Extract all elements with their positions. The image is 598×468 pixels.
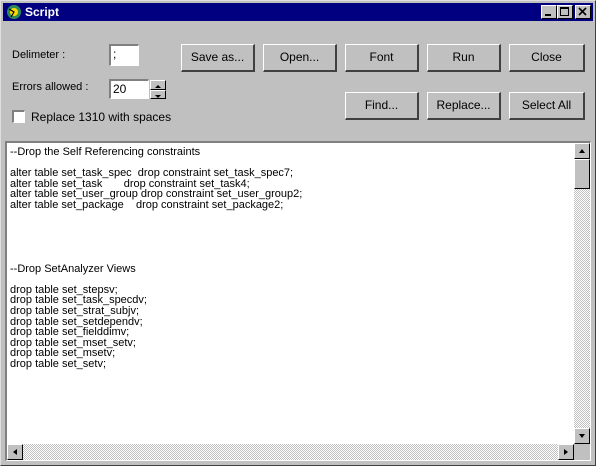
- find-button[interactable]: Find...: [345, 92, 419, 120]
- errors-spin-down[interactable]: [150, 90, 166, 99]
- replace-checkbox-label: Replace 1310 with spaces: [31, 110, 172, 124]
- scroll-down-button[interactable]: [574, 428, 590, 444]
- script-line: [10, 211, 572, 222]
- script-text[interactable]: --Drop the Self Referencing constraints a…: [10, 147, 572, 369]
- delimiter-input[interactable]: ;: [109, 44, 139, 66]
- close-window-button[interactable]: [575, 5, 591, 19]
- open-button[interactable]: Open...: [263, 44, 337, 72]
- script-app-icon: [7, 5, 21, 19]
- errors-spin-up[interactable]: [150, 80, 166, 90]
- scroll-left-button[interactable]: [7, 444, 23, 460]
- arrow-left-icon: [13, 449, 17, 455]
- script-window: Script Delimeter : ; Errors allowed : 20…: [0, 0, 596, 466]
- script-line: [10, 242, 572, 253]
- errors-allowed-input[interactable]: 20: [109, 79, 149, 99]
- script-line: --Drop the Self Referencing constraints: [10, 146, 201, 158]
- script-line: [10, 221, 572, 232]
- title-bar[interactable]: Script: [3, 3, 593, 21]
- errors-allowed-value: 20: [113, 82, 127, 96]
- save-as-button[interactable]: Save as...: [181, 44, 255, 72]
- script-line: [10, 253, 572, 264]
- horizontal-scrollbar[interactable]: [7, 444, 574, 460]
- scroll-right-button[interactable]: [558, 444, 574, 460]
- arrow-right-icon: [564, 449, 568, 455]
- arrow-down-icon: [579, 434, 585, 438]
- delimiter-label: Delimeter :: [12, 49, 66, 61]
- select-all-button[interactable]: Select All: [509, 92, 585, 120]
- replace-checkbox[interactable]: [12, 110, 25, 123]
- maximize-button[interactable]: [557, 5, 573, 19]
- minimize-icon: [545, 14, 551, 16]
- maximize-icon: [560, 7, 569, 16]
- font-button[interactable]: Font: [345, 44, 419, 72]
- arrow-down-icon: [155, 95, 161, 98]
- scroll-up-button[interactable]: [574, 143, 590, 159]
- window-title: Script: [25, 5, 60, 19]
- replace-button[interactable]: Replace...: [427, 92, 501, 120]
- vertical-scrollbar[interactable]: [574, 143, 590, 444]
- script-editor[interactable]: --Drop the Self Referencing constraints a…: [5, 141, 591, 461]
- script-line: [10, 232, 572, 243]
- close-button[interactable]: Close: [509, 44, 585, 72]
- close-icon: [578, 7, 587, 16]
- script-line: drop table set_setv;: [10, 357, 107, 370]
- arrow-up-icon: [579, 149, 585, 153]
- scroll-thumb[interactable]: [574, 159, 590, 189]
- script-line: --Drop SetAnalyzer Views: [10, 262, 136, 275]
- errors-allowed-label: Errors allowed :: [12, 81, 89, 93]
- script-line: alter table set_package drop constraint …: [10, 198, 284, 211]
- script-line: drop table set_strat_subjv;: [10, 304, 140, 317]
- resize-grip[interactable]: [574, 444, 590, 460]
- delimiter-value: ;: [113, 47, 117, 61]
- minimize-button[interactable]: [541, 5, 557, 19]
- run-button[interactable]: Run: [427, 44, 501, 72]
- arrow-up-icon: [155, 85, 161, 88]
